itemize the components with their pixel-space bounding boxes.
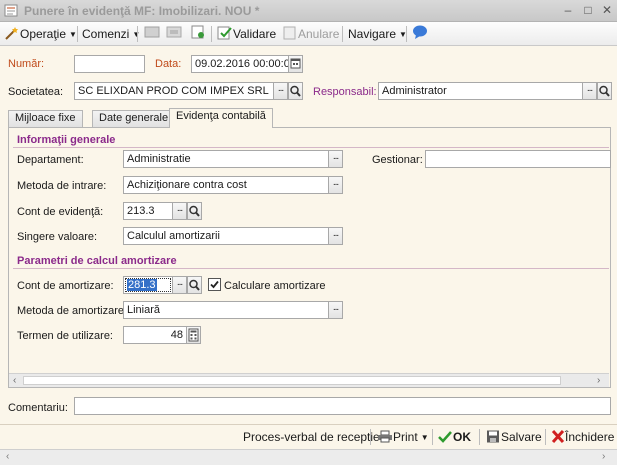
ok-label: OK bbox=[453, 430, 471, 444]
new-document-icon[interactable] bbox=[190, 25, 206, 43]
anulare-label: Anulare bbox=[298, 27, 340, 41]
responsabil-input[interactable]: Administrator bbox=[378, 82, 583, 100]
termen-input[interactable]: 48 bbox=[123, 326, 187, 344]
cont-evidenta-search-icon[interactable] bbox=[187, 202, 202, 220]
societatea-browse-button[interactable]: ... bbox=[273, 82, 288, 100]
cont-amortizare-label: Cont de amortizare: bbox=[17, 280, 114, 292]
singere-input[interactable]: Calculul amortizarii bbox=[123, 227, 329, 245]
maximize-button[interactable]: □ bbox=[580, 3, 596, 18]
numar-label: Număr: bbox=[8, 58, 45, 70]
cont-amortizare-input[interactable]: 281.3 bbox=[123, 276, 173, 294]
departament-input[interactable]: Administratie bbox=[123, 150, 329, 168]
close-button[interactable]: ✕ bbox=[599, 3, 615, 18]
validare-button[interactable]: Validare bbox=[217, 25, 276, 43]
document-window: Punere în evidenţă MF: Imobilizari. NOU … bbox=[0, 0, 617, 465]
printer-icon bbox=[378, 430, 392, 443]
responsabil-browse-button[interactable]: ... bbox=[582, 82, 597, 100]
cont-evidenta-input[interactable]: 213.3 bbox=[123, 202, 173, 220]
inchidere-label: Închidere bbox=[565, 430, 615, 444]
data-label: Data: bbox=[155, 58, 182, 70]
scrollbar-thumb[interactable] bbox=[23, 376, 561, 385]
inchidere-button[interactable]: Închidere bbox=[551, 429, 615, 444]
termen-label: Termen de utilizare: bbox=[17, 330, 113, 342]
check-icon bbox=[438, 431, 452, 443]
scroll-right-icon[interactable]: › bbox=[597, 375, 600, 386]
proces-verbal-button[interactable]: Proces-verbal de receptie bbox=[243, 430, 380, 444]
departament-label: Departament: bbox=[17, 154, 84, 166]
print-button[interactable]: Print ▼ bbox=[377, 430, 429, 444]
calculare-checkbox[interactable] bbox=[208, 278, 221, 291]
window-title: Punere în evidenţă MF: Imobilizari. NOU … bbox=[24, 4, 260, 18]
wand-icon bbox=[5, 27, 18, 40]
calculator-icon[interactable] bbox=[186, 326, 201, 344]
comentariu-input[interactable] bbox=[74, 397, 611, 415]
print-preview-icon[interactable] bbox=[144, 25, 160, 43]
cont-amortizare-value: 281.3 bbox=[127, 279, 157, 291]
singere-browse-button[interactable]: ... bbox=[328, 227, 343, 245]
metoda-intrare-input[interactable]: Achiziţionare contra cost bbox=[123, 176, 329, 194]
gestionar-label: Gestionar: bbox=[372, 154, 423, 166]
cont-evidenta-label: Cont de evidenţă: bbox=[17, 206, 104, 218]
status-bar: ‹ › bbox=[0, 449, 617, 465]
numar-input[interactable] bbox=[74, 55, 145, 73]
section-informatii-generale: Informaţii generale bbox=[17, 134, 116, 146]
close-x-icon bbox=[551, 429, 565, 444]
horizontal-scrollbar[interactable]: ‹ › bbox=[9, 373, 609, 387]
salvare-button[interactable]: Salvare bbox=[485, 430, 542, 444]
comenzi-menu[interactable]: Comenzi▼ bbox=[82, 25, 140, 43]
calendar-icon[interactable] bbox=[288, 55, 303, 73]
calculare-label: Calculare amortizare bbox=[224, 280, 326, 292]
save-icon bbox=[487, 430, 499, 443]
operatie-menu[interactable]: Operaţie ▼ bbox=[4, 25, 77, 43]
tab-evidenta-contabila[interactable]: Evidenţa contabilă bbox=[169, 108, 273, 128]
export-icon[interactable] bbox=[166, 25, 182, 43]
metoda-intrare-browse-button[interactable]: ... bbox=[328, 176, 343, 194]
tab-mijloace-fixe[interactable]: Mijloace fixe bbox=[8, 110, 83, 127]
minimize-button[interactable]: – bbox=[560, 3, 576, 18]
title-bar: Punere în evidenţă MF: Imobilizari. NOU … bbox=[0, 0, 617, 22]
cont-amortizare-browse-button[interactable]: ... bbox=[172, 276, 187, 294]
ok-button[interactable]: OK bbox=[437, 430, 471, 444]
societatea-input[interactable]: SC ELIXDAN PROD COM IMPEX SRL bbox=[74, 82, 274, 100]
data-input[interactable]: 09.02.2016 00:00:0 bbox=[191, 55, 289, 73]
status-scroll-left-icon[interactable]: ‹ bbox=[6, 451, 9, 462]
validate-icon bbox=[217, 26, 232, 40]
responsabil-search-icon[interactable] bbox=[597, 82, 612, 100]
navigare-menu[interactable]: Navigare ▼ bbox=[348, 25, 407, 43]
print-label: Print bbox=[393, 430, 418, 444]
cont-amortizare-search-icon[interactable] bbox=[187, 276, 202, 294]
status-scroll-right-icon[interactable]: › bbox=[602, 451, 605, 462]
responsabil-label: Responsabil: bbox=[313, 86, 377, 98]
toolbar: Operaţie▼ Comenzi▼ Validare Anulare Navi… bbox=[0, 22, 617, 46]
metoda-amortizare-label: Metoda de amortizare: bbox=[17, 305, 128, 317]
cont-evidenta-browse-button[interactable]: ... bbox=[172, 202, 187, 220]
tab-date-generale[interactable]: Date generale bbox=[92, 110, 176, 127]
checkmark-icon bbox=[210, 280, 219, 289]
help-icon[interactable] bbox=[412, 25, 428, 43]
scroll-left-icon[interactable]: ‹ bbox=[13, 375, 16, 386]
societatea-search-icon[interactable] bbox=[288, 82, 303, 100]
metoda-amortizare-input[interactable]: Liniară bbox=[123, 301, 329, 319]
footer-bar: Proces-verbal de receptie Print ▼ OK Salv… bbox=[0, 424, 617, 448]
cancel-icon bbox=[283, 26, 296, 40]
validare-label: Validare bbox=[233, 27, 277, 41]
comentariu-label: Comentariu: bbox=[8, 402, 68, 414]
document-icon bbox=[4, 4, 18, 17]
metoda-intrare-label: Metoda de intrare: bbox=[17, 180, 107, 192]
operatie-label: Operaţie bbox=[20, 27, 67, 41]
singere-label: Singere valoare: bbox=[17, 231, 98, 243]
departament-browse-button[interactable]: ... bbox=[328, 150, 343, 168]
salvare-label: Salvare bbox=[501, 430, 542, 444]
section-parametri-amortizare: Parametri de calcul amortizare bbox=[17, 255, 177, 267]
societatea-label: Societatea: bbox=[8, 86, 64, 98]
navigare-label: Navigare bbox=[348, 27, 397, 41]
metoda-amortizare-browse-button[interactable]: ... bbox=[328, 301, 343, 319]
gestionar-input[interactable] bbox=[425, 150, 611, 168]
comenzi-label: Comenzi bbox=[82, 27, 130, 41]
anulare-button[interactable]: Anulare bbox=[282, 25, 339, 43]
